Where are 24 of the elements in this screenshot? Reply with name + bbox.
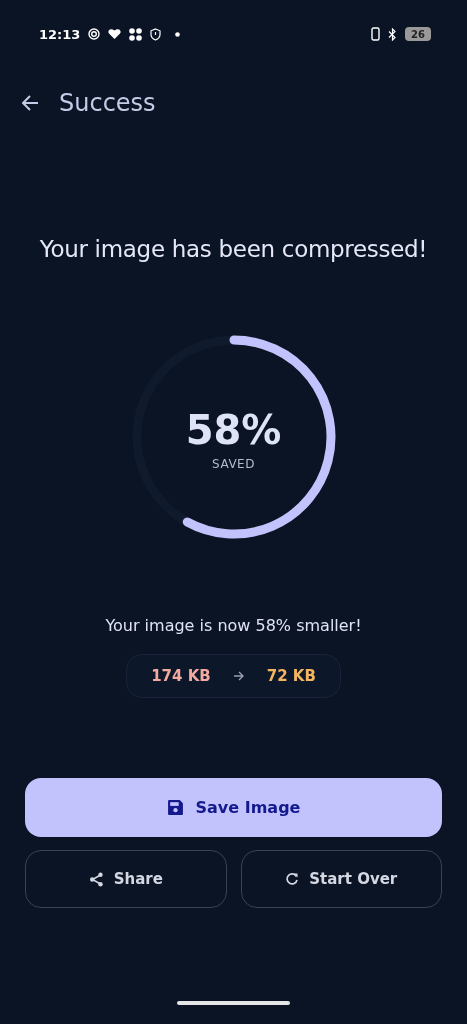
save-icon [166,799,184,816]
compressed-size: 72 KB [266,667,316,685]
result-message: Your image is now 58% smaller! [105,616,362,635]
arrow-icon [232,670,245,682]
share-icon [88,871,104,887]
percent-saved: 58% [185,407,282,453]
screen-title: Success [59,89,156,117]
shield-icon [150,27,162,41]
original-size: 174 KB [151,667,211,685]
bluetooth-icon [388,27,397,41]
success-heading: Your image has been compressed! [39,236,428,262]
heart-icon [108,28,122,40]
refresh-icon [285,872,300,886]
status-time: 12:13 [39,26,81,42]
save-button[interactable]: Save Image [25,778,442,837]
start-over-button[interactable]: Start Over [240,850,442,908]
back-button[interactable] [20,93,40,113]
phone-icon [371,27,380,41]
saved-label: SAVED [212,457,255,471]
spiral-icon [88,28,101,40]
share-button[interactable]: Share [25,850,227,908]
dot-icon [175,31,181,37]
apps-icon [129,27,143,41]
battery-icon: 26 [405,27,431,41]
